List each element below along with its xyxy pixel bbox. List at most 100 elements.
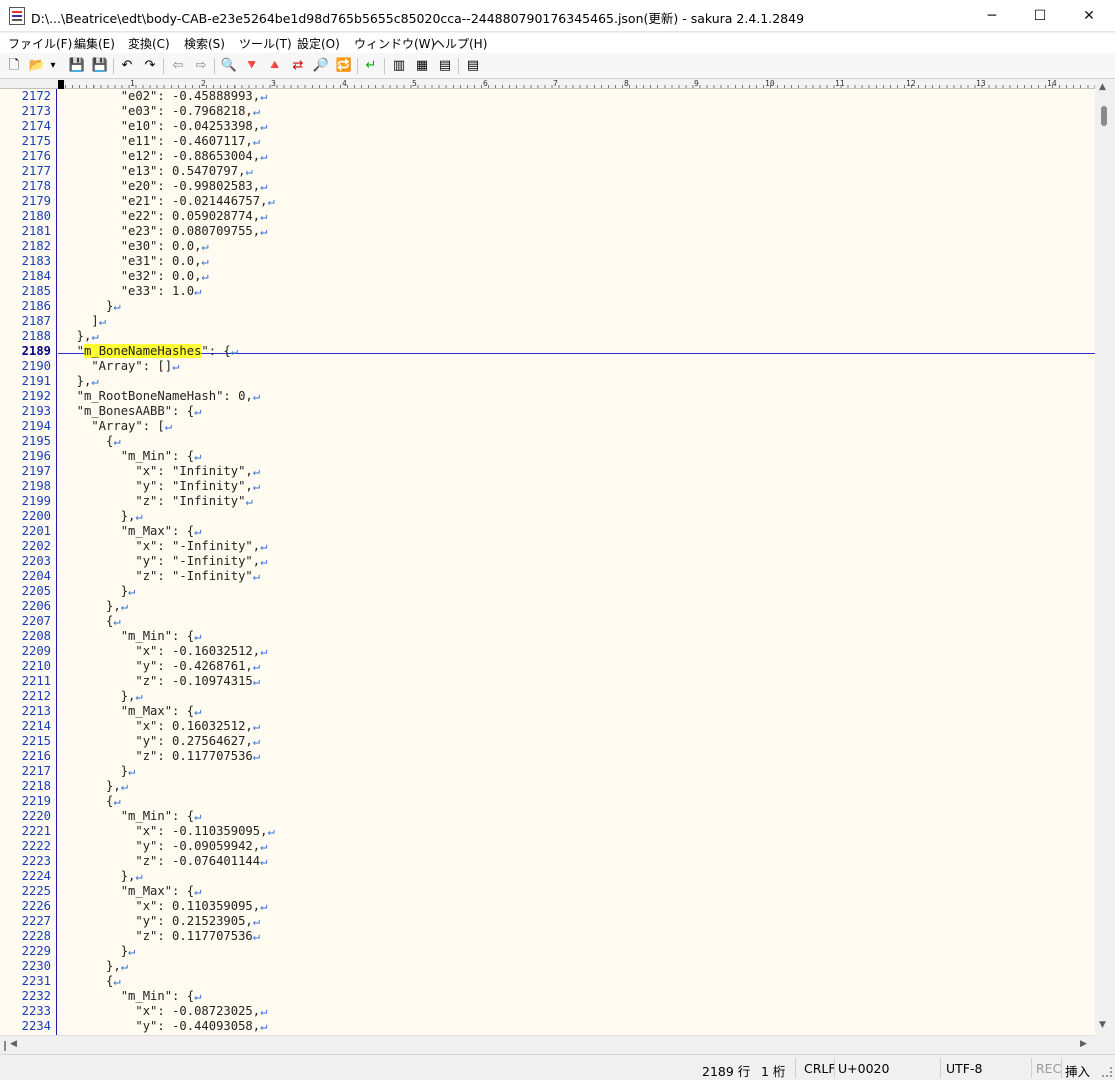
- editor-line[interactable]: 2227 "y": 0.21523905,↵: [0, 914, 1095, 929]
- menu-convert[interactable]: 変換(C): [128, 35, 170, 52]
- editor-line[interactable]: 2188 },↵: [0, 329, 1095, 344]
- editor-line[interactable]: 2183 "e31": 0.0,↵: [0, 254, 1095, 269]
- jump-back-icon[interactable]: ⇦: [169, 57, 187, 75]
- redo-icon[interactable]: ↷: [141, 57, 159, 75]
- find-prev-icon[interactable]: 🔺: [266, 57, 284, 75]
- editor-line[interactable]: 2205 }↵: [0, 584, 1095, 599]
- editor-line[interactable]: 2206 },↵: [0, 599, 1095, 614]
- editor-line[interactable]: 2209 "x": -0.16032512,↵: [0, 644, 1095, 659]
- status-line[interactable]: 2189 行: [702, 1061, 750, 1080]
- editor-line[interactable]: 2217 }↵: [0, 764, 1095, 779]
- editor-line[interactable]: 2198 "y": "Infinity",↵: [0, 479, 1095, 494]
- outline-icon[interactable]: ▦: [413, 57, 431, 75]
- editor-line[interactable]: 2224 },↵: [0, 869, 1095, 884]
- editor-line[interactable]: 2233 "x": -0.08723025,↵: [0, 1004, 1095, 1019]
- editor-line[interactable]: 2179 "e21": -0.021446757,↵: [0, 194, 1095, 209]
- menu-search[interactable]: 検索(S): [184, 35, 225, 52]
- find-next-icon[interactable]: 🔻: [243, 57, 261, 75]
- menu-tools[interactable]: ツール(T): [239, 35, 292, 52]
- editor-line[interactable]: 2196 "m_Min": {↵: [0, 449, 1095, 464]
- editor-line[interactable]: 2195 {↵: [0, 434, 1095, 449]
- editor-line[interactable]: 2192 "m_RootBoneNameHash": 0,↵: [0, 389, 1095, 404]
- editor-line[interactable]: 2193 "m_BonesAABB": {↵: [0, 404, 1095, 419]
- scroll-right-icon[interactable]: ▶: [1080, 1039, 1087, 1049]
- grep-icon[interactable]: 🔎: [312, 57, 330, 75]
- editor-line[interactable]: 2223 "z": -0.076401144↵: [0, 854, 1095, 869]
- editor-line[interactable]: 2204 "z": "-Infinity"↵: [0, 569, 1095, 584]
- settings-icon[interactable]: ▤: [464, 57, 482, 75]
- editor-line[interactable]: 2215 "y": 0.27564627,↵: [0, 734, 1095, 749]
- editor-line[interactable]: 2216 "z": 0.117707536↵: [0, 749, 1095, 764]
- editor-line[interactable]: 2189 "m_BoneNameHashes": {↵: [0, 344, 1095, 359]
- open-file-icon[interactable]: 📂: [28, 57, 46, 75]
- editor-line[interactable]: 2225 "m_Max": {↵: [0, 884, 1095, 899]
- save-all-icon[interactable]: 💾: [91, 57, 109, 75]
- editor-line[interactable]: 2182 "e30": 0.0,↵: [0, 239, 1095, 254]
- close-button[interactable]: ✕: [1066, 0, 1112, 32]
- menu-help[interactable]: ヘルプ(H): [433, 35, 487, 52]
- editor-line[interactable]: 2220 "m_Min": {↵: [0, 809, 1095, 824]
- editor-line[interactable]: 2172 "e02": -0.45888993,↵: [0, 89, 1095, 104]
- status-column[interactable]: 1 桁: [761, 1061, 785, 1080]
- editor-line[interactable]: 2202 "x": "-Infinity",↵: [0, 539, 1095, 554]
- editor-line[interactable]: 2213 "m_Max": {↵: [0, 704, 1095, 719]
- status-insert-mode[interactable]: 挿入: [1065, 1061, 1090, 1080]
- editor-line[interactable]: 2194 "Array": [↵: [0, 419, 1095, 434]
- new-file-icon[interactable]: 🗋: [5, 57, 23, 75]
- resize-grip[interactable]: [1102, 1067, 1112, 1077]
- editor-line[interactable]: 2199 "z": "Infinity"↵: [0, 494, 1095, 509]
- editor-line[interactable]: 2175 "e11": -0.4607117,↵: [0, 134, 1095, 149]
- editor-line[interactable]: 2229 }↵: [0, 944, 1095, 959]
- menu-window[interactable]: ウィンドウ(W): [354, 35, 435, 52]
- horizontal-scrollbar[interactable]: ◀ ▶: [0, 1035, 1095, 1053]
- editor-line[interactable]: 2200 },↵: [0, 509, 1095, 524]
- editor-line[interactable]: 2234 "y": -0.44093058,↵: [0, 1019, 1095, 1034]
- editor-line[interactable]: 2211 "z": -0.10974315↵: [0, 674, 1095, 689]
- undo-icon[interactable]: ↶: [118, 57, 136, 75]
- menu-edit[interactable]: 編集(E): [74, 35, 115, 52]
- minimize-button[interactable]: ─: [969, 0, 1015, 32]
- horizontal-scroll-thumb[interactable]: [4, 1041, 6, 1051]
- scroll-down-icon[interactable]: ▼: [1099, 1020, 1106, 1030]
- editor-line[interactable]: 2197 "x": "Infinity",↵: [0, 464, 1095, 479]
- editor-line[interactable]: 2226 "x": 0.110359095,↵: [0, 899, 1095, 914]
- replace-icon[interactable]: ⇄: [289, 57, 307, 75]
- editor-line[interactable]: 2184 "e32": 0.0,↵: [0, 269, 1095, 284]
- editor-line[interactable]: 2190 "Array": []↵: [0, 359, 1095, 374]
- editor-line[interactable]: 2201 "m_Max": {↵: [0, 524, 1095, 539]
- jump-forward-icon[interactable]: ⇨: [192, 57, 210, 75]
- editor-line[interactable]: 2219 {↵: [0, 794, 1095, 809]
- editor-line[interactable]: 2212 },↵: [0, 689, 1095, 704]
- editor-line[interactable]: 2208 "m_Min": {↵: [0, 629, 1095, 644]
- menu-settings[interactable]: 設定(O): [297, 35, 340, 52]
- status-eol[interactable]: CRLF: [804, 1061, 836, 1076]
- status-rec[interactable]: REC: [1036, 1061, 1061, 1076]
- status-encoding[interactable]: UTF-8: [946, 1061, 982, 1076]
- editor-line[interactable]: 2207 {↵: [0, 614, 1095, 629]
- editor-line[interactable]: 2178 "e20": -0.99802583,↵: [0, 179, 1095, 194]
- menu-file[interactable]: ファイル(F): [8, 35, 72, 52]
- jump-to-line-icon[interactable]: ↵: [362, 57, 380, 75]
- maximize-button[interactable]: ☐: [1017, 0, 1063, 32]
- editor-line[interactable]: 2231 {↵: [0, 974, 1095, 989]
- editor-line[interactable]: 2181 "e23": 0.080709755,↵: [0, 224, 1095, 239]
- editor-line[interactable]: 2173 "e03": -0.7968218,↵: [0, 104, 1095, 119]
- find-icon[interactable]: 🔍: [220, 57, 238, 75]
- editor-line[interactable]: 2191 },↵: [0, 374, 1095, 389]
- editor-line[interactable]: 2177 "e13": 0.5470797,↵: [0, 164, 1095, 179]
- grep-replace-icon[interactable]: 🔁: [335, 57, 353, 75]
- app-icon[interactable]: [9, 7, 25, 25]
- editor-line[interactable]: 2210 "y": -0.4268761,↵: [0, 659, 1095, 674]
- save-icon[interactable]: 💾: [68, 57, 86, 75]
- editor-line[interactable]: 2230 },↵: [0, 959, 1095, 974]
- editor-line[interactable]: 2222 "y": -0.09059942,↵: [0, 839, 1095, 854]
- editor-line[interactable]: 2203 "y": "-Infinity",↵: [0, 554, 1095, 569]
- editor-line[interactable]: 2180 "e22": 0.059028774,↵: [0, 209, 1095, 224]
- editor-line[interactable]: 2214 "x": 0.16032512,↵: [0, 719, 1095, 734]
- editor-line[interactable]: 2232 "m_Min": {↵: [0, 989, 1095, 1004]
- editor-line[interactable]: 2174 "e10": -0.04253398,↵: [0, 119, 1095, 134]
- editor-line[interactable]: 2187 ]↵: [0, 314, 1095, 329]
- function-list-icon[interactable]: ▤: [436, 57, 454, 75]
- editor-line[interactable]: 2176 "e12": -0.88653004,↵: [0, 149, 1095, 164]
- text-editor[interactable]: 2172 "e02": -0.45888993,↵ 2173 "e03": -0.…: [0, 89, 1095, 1035]
